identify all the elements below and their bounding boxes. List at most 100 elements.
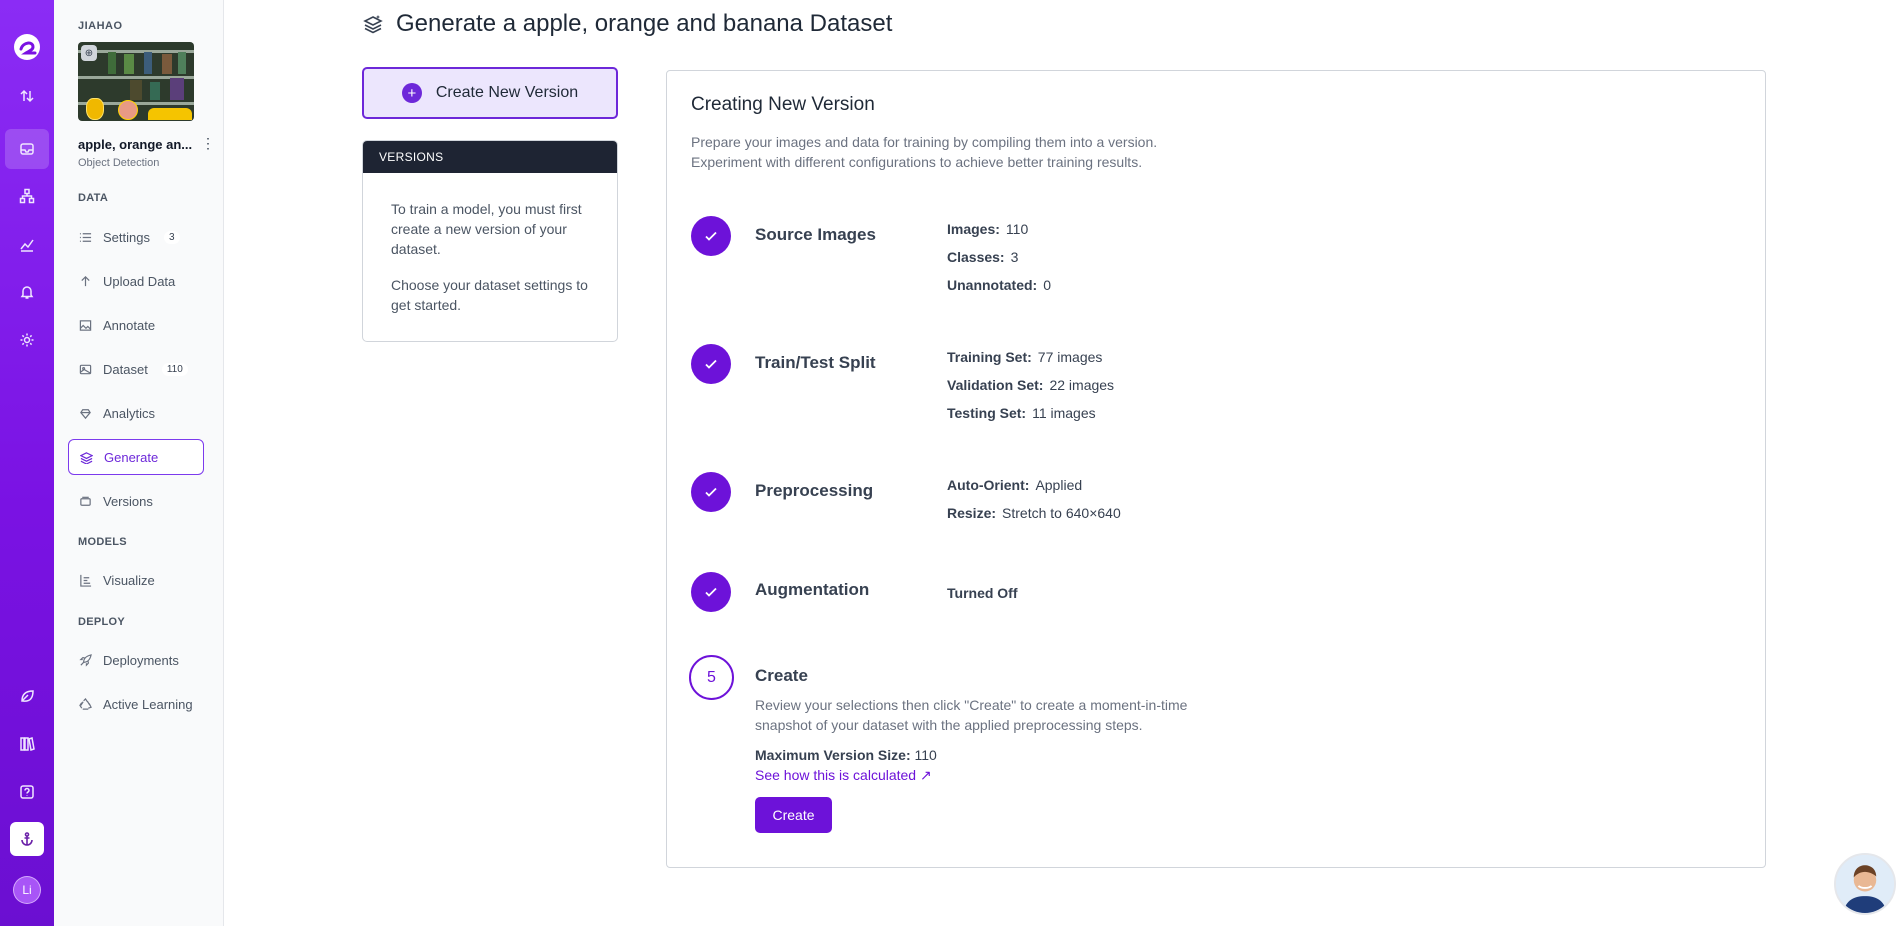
sidebar-item-dataset[interactable]: Dataset 110 [68, 351, 204, 387]
page-title: Generate a apple, orange and banana Data… [362, 10, 892, 38]
detail-label: Auto-Orient: [947, 477, 1030, 493]
user-avatar[interactable]: Li [13, 876, 41, 904]
sidebar-item-annotate[interactable]: Annotate [68, 307, 204, 343]
sidebar-item-upload-data[interactable]: Upload Data [68, 263, 204, 299]
gear-icon[interactable] [13, 326, 41, 354]
detail-value: 0 [1043, 277, 1052, 293]
plus-icon: + [401, 83, 422, 103]
versions-hint-1: To train a model, you must first create … [391, 201, 582, 257]
sidebar-item-label: Active Learning [103, 696, 193, 712]
sidebar-item-deployments[interactable]: Deployments [68, 642, 204, 678]
detail-label: Classes: [947, 249, 1005, 265]
section-data-label: DATA [78, 192, 109, 204]
list-icon [78, 230, 92, 244]
logo-icon[interactable] [11, 31, 43, 63]
sidebar-item-versions[interactable]: Versions [68, 483, 204, 519]
panel-description: Prepare your images and data for trainin… [691, 132, 1157, 172]
check-icon [691, 572, 731, 612]
detail-value: Applied [1035, 477, 1083, 493]
app-rail: Li [0, 0, 54, 926]
panel-description-line-1: Prepare your images and data for trainin… [691, 134, 1158, 150]
sidebar-item-settings[interactable]: Settings 3 [68, 219, 204, 255]
detail-label: Testing Set: [947, 405, 1027, 421]
images-icon [78, 362, 92, 376]
see-how-calculated-link[interactable]: See how this is calculated ↗ [755, 767, 932, 784]
project-type: Object Detection [78, 157, 160, 169]
layers-icon [79, 450, 93, 464]
sidebar-item-label: Versions [103, 493, 153, 509]
sidebar-item-generate[interactable]: Generate [68, 439, 204, 475]
more-options-icon[interactable]: ⋮ [201, 135, 215, 152]
max-size-label: Maximum Version Size: [755, 747, 911, 763]
detail-value: 11 images [1032, 405, 1096, 421]
workspace-name[interactable]: JIAHAO [78, 20, 123, 32]
sidebar-item-label: Dataset [103, 361, 148, 377]
project-name[interactable]: apple, orange an... [78, 137, 194, 152]
sidebar-item-label: Visualize [103, 572, 155, 588]
upload-download-icon[interactable] [13, 82, 41, 110]
detail-label: Resize: [947, 505, 997, 521]
step-title: Train/Test Split [755, 353, 876, 372]
create-new-version-label: Create New Version [435, 84, 579, 101]
detail-value: 3 [1010, 249, 1019, 265]
page-title-text: Generate a apple, orange and banana Data… [396, 10, 893, 37]
chart-icon[interactable] [13, 230, 41, 258]
sidebar-item-label: Annotate [103, 317, 156, 333]
layers-icon [362, 13, 384, 35]
workflow-icon[interactable] [13, 182, 41, 210]
step-details: Auto-Orient: Applied Resize: Stretch to 64… [947, 475, 1121, 531]
section-deploy-label: DEPLOY [78, 616, 126, 628]
diamond-heart-icon [78, 406, 92, 420]
step-details: Training Set: 77 images Validation Set: 22… [947, 347, 1114, 431]
support-chat-avatar[interactable] [1834, 853, 1896, 915]
check-icon [691, 344, 731, 384]
step-number: 5 [689, 655, 734, 700]
create-description: Review your selections then click "Creat… [755, 697, 1188, 733]
sidebar-item-analytics[interactable]: Analytics [68, 395, 204, 431]
detail-value: 77 images [1037, 349, 1103, 365]
step-title: Create [755, 666, 808, 685]
project-thumbnail[interactable]: ⊕ [78, 42, 194, 121]
create-button[interactable]: Create [755, 797, 832, 833]
sidebar-item-label: Settings [103, 229, 150, 245]
anchor-icon[interactable] [10, 822, 44, 856]
stack-icon [78, 494, 92, 508]
detail-label: Validation Set: [947, 377, 1044, 393]
step-title: Source Images [755, 225, 876, 244]
leaf-icon[interactable] [13, 682, 41, 710]
project-sidebar: JIAHAO ⊕ apple, orange an... ⋮ Object De… [54, 0, 224, 926]
sidebar-item-active-learning[interactable]: Active Learning [68, 686, 204, 722]
check-icon [691, 472, 731, 512]
create-new-version-button[interactable]: + Create New Version [362, 67, 618, 119]
detail-label: Images: [947, 221, 1000, 237]
sidebar-item-label: Generate [104, 449, 159, 465]
step-details: Images: 110 Classes: 3 Unannotated: 0 [947, 219, 1051, 303]
max-version-size: Maximum Version Size: 110 [755, 747, 937, 763]
rocket-icon [78, 653, 92, 667]
versions-header: VERSIONS [363, 141, 617, 173]
step-title: Preprocessing [755, 481, 874, 500]
settings-badge: 3 [163, 230, 180, 244]
versions-body: To train a model, you must first create … [363, 173, 617, 315]
detail-value: 22 images [1049, 377, 1115, 393]
inbox-icon[interactable] [5, 129, 49, 169]
bars-icon [78, 573, 92, 587]
bell-icon[interactable] [13, 278, 41, 306]
recycle-icon [78, 697, 92, 711]
augmentation-status: Turned Off [947, 585, 1018, 601]
sidebar-item-visualize[interactable]: Visualize [68, 562, 204, 598]
panel-title: Creating New Version [691, 94, 875, 115]
detail-value: 110 [1005, 221, 1029, 237]
books-icon[interactable] [13, 730, 41, 758]
detail-label: Training Set: [947, 349, 1032, 365]
max-size-value: 110 [914, 747, 937, 763]
step-title: Augmentation [755, 580, 870, 599]
panel-description-line-2: Experiment with different configurations… [691, 154, 1143, 170]
help-icon[interactable] [13, 778, 41, 806]
sidebar-item-label: Upload Data [103, 273, 176, 289]
sidebar-item-label: Deployments [103, 652, 179, 668]
arrow-up-icon [78, 274, 92, 288]
check-icon [691, 216, 731, 256]
creating-version-panel: Creating New Version Prepare your images… [666, 70, 1766, 868]
versions-hint-2: Choose your dataset settings to get star… [391, 277, 588, 313]
